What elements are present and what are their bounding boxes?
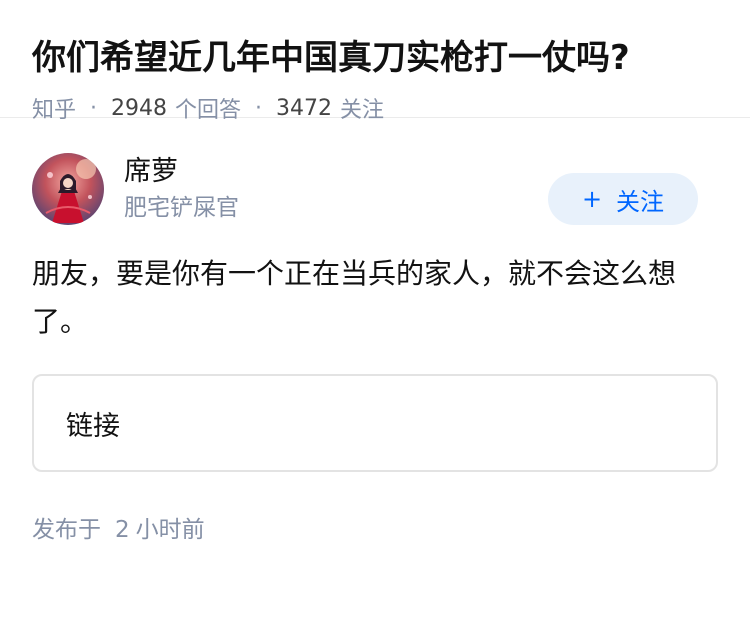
separator-dot: ·: [90, 95, 98, 121]
follower-count: 3472: [276, 95, 333, 121]
publish-prefix: 发布于: [32, 517, 101, 543]
question-title[interactable]: 你们希望近几年中国真刀实枪打一仗吗?: [32, 34, 718, 82]
answer-item: 席萝 肥宅铲屎官 + 关注 朋友，要是你有一个正在当兵的家人，就不会这么想了。 …: [0, 118, 750, 544]
question-header: 你们希望近几年中国真刀实枪打一仗吗? 知乎 · 2948 个回答 · 3472 …: [0, 0, 750, 123]
separator-dot: ·: [255, 95, 263, 121]
link-card-label: 链接: [66, 410, 120, 442]
follow-button[interactable]: + 关注: [548, 173, 698, 225]
avatar[interactable]: [32, 153, 104, 225]
answer-content[interactable]: 朋友，要是你有一个正在当兵的家人，就不会这么想了。: [32, 250, 718, 346]
answer-count-label: 个回答: [175, 98, 242, 123]
publish-unit: 小时前: [135, 517, 205, 543]
publish-value: 2: [115, 517, 130, 543]
anime-avatar-icon: [32, 153, 104, 225]
author-name[interactable]: 席萝: [124, 154, 548, 190]
follow-button-label: 关注: [616, 187, 665, 216]
author-bio: 肥宅铲屎官: [124, 195, 239, 221]
author-row: 席萝 肥宅铲屎官 + 关注: [32, 152, 718, 226]
follower-count-label: 关注: [340, 98, 385, 123]
source-label[interactable]: 知乎: [32, 92, 76, 124]
link-card[interactable]: 链接: [32, 374, 718, 472]
plus-icon: +: [581, 185, 603, 213]
publish-time: 发布于 2 小时前: [32, 510, 718, 544]
answer-count: 2948: [111, 95, 168, 121]
author-info: 席萝 肥宅铲屎官: [124, 154, 548, 224]
